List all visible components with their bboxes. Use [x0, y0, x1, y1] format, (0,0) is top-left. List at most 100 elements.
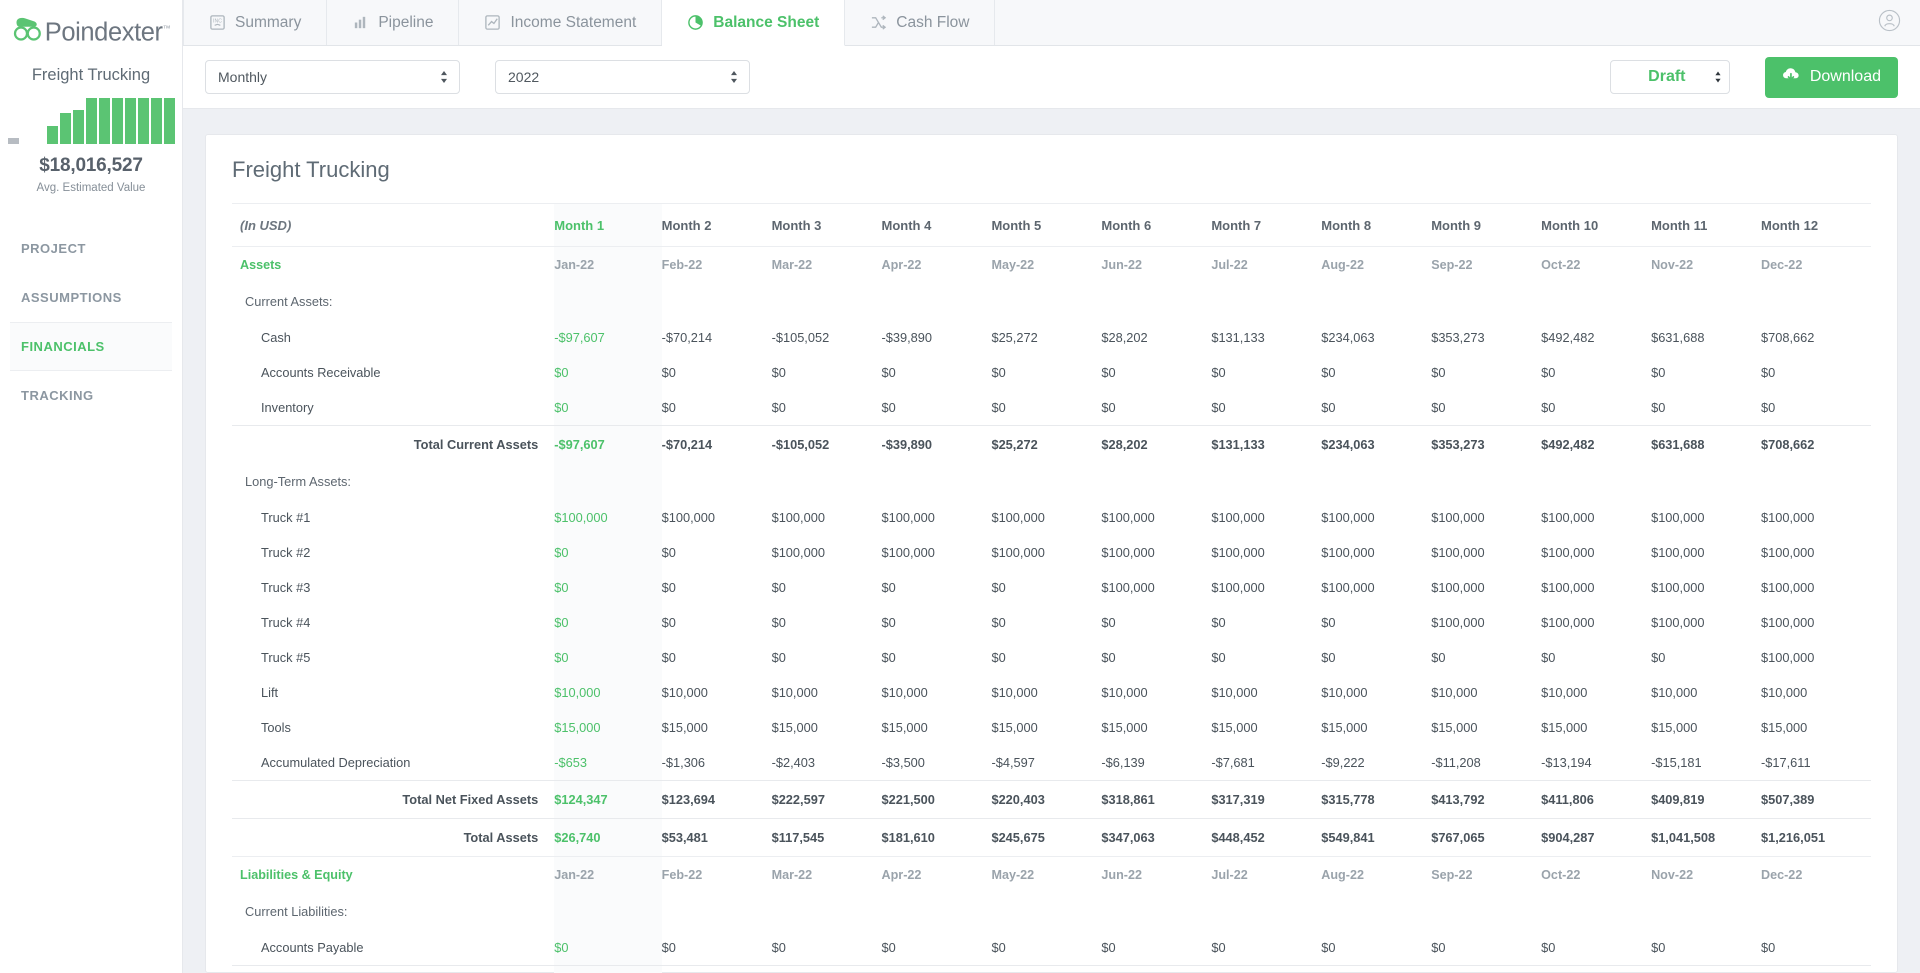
cell-value: $353,273	[1431, 425, 1542, 463]
cell-value: $100,000	[1211, 545, 1265, 560]
cell-value: $0	[1541, 940, 1556, 955]
cell-value: $100,000	[1321, 545, 1375, 560]
total-row-current-assets: Total Current Assets -$97,607 -$70,214 -…	[232, 425, 1871, 463]
cell-value: $25,272	[991, 425, 1102, 463]
cell-value: $0	[1321, 650, 1336, 665]
tab-balance-sheet[interactable]: Balance Sheet	[662, 0, 846, 46]
cell-value: $0	[1321, 400, 1336, 415]
cell-value: $0	[554, 640, 662, 675]
table-row: Truck #1 $100,000 $100,000 $100,000 $100…	[232, 500, 1871, 535]
estimated-value: $18,016,527	[39, 154, 143, 176]
cell-value: -$653	[554, 745, 662, 781]
cell-value: $0	[1321, 965, 1432, 973]
date-header: Jun-22	[1101, 856, 1212, 893]
cell-value: -$17,611	[1761, 755, 1811, 770]
sidebar-item-assumptions[interactable]: ASSUMPTIONS	[0, 273, 182, 322]
cell-value: -$70,214	[661, 330, 713, 345]
cell-value: $631,688	[1651, 330, 1705, 345]
row-label: Lift	[261, 685, 279, 700]
tab-bar: INC Summary Pipeline Income Statement Ba…	[183, 0, 1920, 46]
document-icon: INC	[209, 14, 226, 31]
poindexter-mascot-icon	[12, 16, 42, 42]
report-scroll-area[interactable]: Freight Trucking (In USD) Month 1 Month …	[183, 109, 1920, 973]
balance-sheet-table-container: (In USD) Month 1 Month 2 Month 3 Month 4…	[206, 203, 1897, 973]
cell-value: $0	[554, 930, 662, 966]
cell-value: $15,000	[1761, 720, 1808, 735]
row-label: Accounts Payable	[261, 940, 364, 955]
shuffle-icon	[870, 14, 887, 31]
tab-summary[interactable]: INC Summary	[183, 0, 328, 45]
sidebar-item-financials[interactable]: FINANCIALS	[10, 321, 172, 371]
cell-value: $0	[661, 650, 676, 665]
row-label: Total Net Fixed Assets	[232, 780, 555, 819]
sparkline-chart	[0, 97, 182, 144]
group-label: Current Assets:	[245, 294, 333, 309]
cell-value: $10,000	[1431, 685, 1478, 700]
user-account-button[interactable]	[1858, 0, 1920, 45]
cell-value: $0	[554, 355, 662, 390]
cell-value: $0	[661, 580, 676, 595]
cell-value: $0	[554, 570, 662, 605]
cell-value: $131,133	[1211, 330, 1265, 345]
row-label: Total Assets	[232, 818, 555, 857]
cell-value: $0	[1761, 365, 1776, 380]
cell-value: $0	[991, 940, 1006, 955]
cell-value: -$15,181	[1651, 755, 1702, 770]
cell-value: $100,000	[1321, 580, 1375, 595]
sidebar-item-project[interactable]: PROJECT	[0, 224, 182, 273]
report-title: Freight Trucking	[232, 157, 390, 182]
status-select[interactable]: Draft	[1609, 60, 1730, 94]
cell-value: $181,610	[881, 818, 992, 857]
cell-value: $904,287	[1541, 818, 1652, 857]
cell-value: -$9,222	[1321, 755, 1365, 770]
app-root: Poindexter™ Freight Trucking $18,016,527…	[0, 0, 1920, 973]
table-row: Cash -$97,607 -$70,214 -$105,052 -$39,89…	[232, 320, 1871, 355]
cell-value: $100,000	[1761, 510, 1815, 525]
date-header: Nov-22	[1651, 246, 1762, 283]
row-label: Truck #3	[261, 580, 311, 595]
year-select[interactable]: 2022	[495, 60, 750, 94]
tab-cash-flow[interactable]: Cash Flow	[845, 0, 996, 45]
cell-value: $100,000	[1761, 615, 1815, 630]
table-row: Truck #2 $0 $0 $100,000 $100,000 $100,00…	[232, 535, 1871, 570]
cell-value: -$3,500	[881, 755, 925, 770]
sidebar-item-tracking[interactable]: TRACKING	[0, 371, 182, 420]
cell-value: $0	[554, 535, 662, 570]
date-header: Aug-22	[1321, 856, 1432, 893]
cell-value: -$13,194	[1541, 755, 1592, 770]
period-select[interactable]: Monthly	[205, 60, 460, 94]
cell-value: $0	[1321, 940, 1336, 955]
cell-value: $0	[881, 965, 992, 973]
cell-value: $0	[1541, 965, 1652, 973]
download-button[interactable]: Download	[1764, 56, 1898, 98]
date-header: Dec-22	[1761, 246, 1871, 283]
cell-value: $100,000	[1651, 545, 1705, 560]
cell-value: $15,000	[1541, 720, 1588, 735]
cell-value: $0	[1211, 400, 1226, 415]
cell-value: $0	[1651, 940, 1666, 955]
status-select-value: Draft	[1648, 68, 1686, 85]
date-header: Nov-22	[1651, 856, 1762, 893]
tab-pipeline[interactable]: Pipeline	[327, 0, 460, 45]
cell-value: $0	[1211, 365, 1226, 380]
cell-value: $100,000	[1541, 545, 1595, 560]
table-row: Accumulated Depreciation -$653 -$1,306 -…	[232, 745, 1871, 781]
cell-value: $15,000	[554, 710, 662, 745]
cell-value: $0	[991, 615, 1006, 630]
cell-value: $0	[881, 615, 896, 630]
cell-value: $10,000	[771, 685, 818, 700]
cell-value: $0	[881, 580, 896, 595]
app-logo[interactable]: Poindexter™	[0, 14, 182, 46]
column-header: Month 10	[1541, 203, 1652, 247]
cell-value: $100,000	[1651, 580, 1705, 595]
cell-value: $100,000	[991, 510, 1045, 525]
cell-value: $0	[771, 965, 882, 973]
cell-value: $100,000	[881, 510, 935, 525]
section-header-assets: Assets Jan-22 Feb-22 Mar-22 Apr-22 May-2…	[232, 246, 1871, 283]
tab-income-statement[interactable]: Income Statement	[459, 0, 663, 45]
cell-value: $10,000	[1101, 685, 1148, 700]
cell-value: $0	[991, 965, 1102, 973]
main-area: INC Summary Pipeline Income Statement Ba…	[183, 0, 1920, 973]
cell-value: $0	[554, 390, 662, 426]
cell-value: $0	[1761, 965, 1871, 973]
